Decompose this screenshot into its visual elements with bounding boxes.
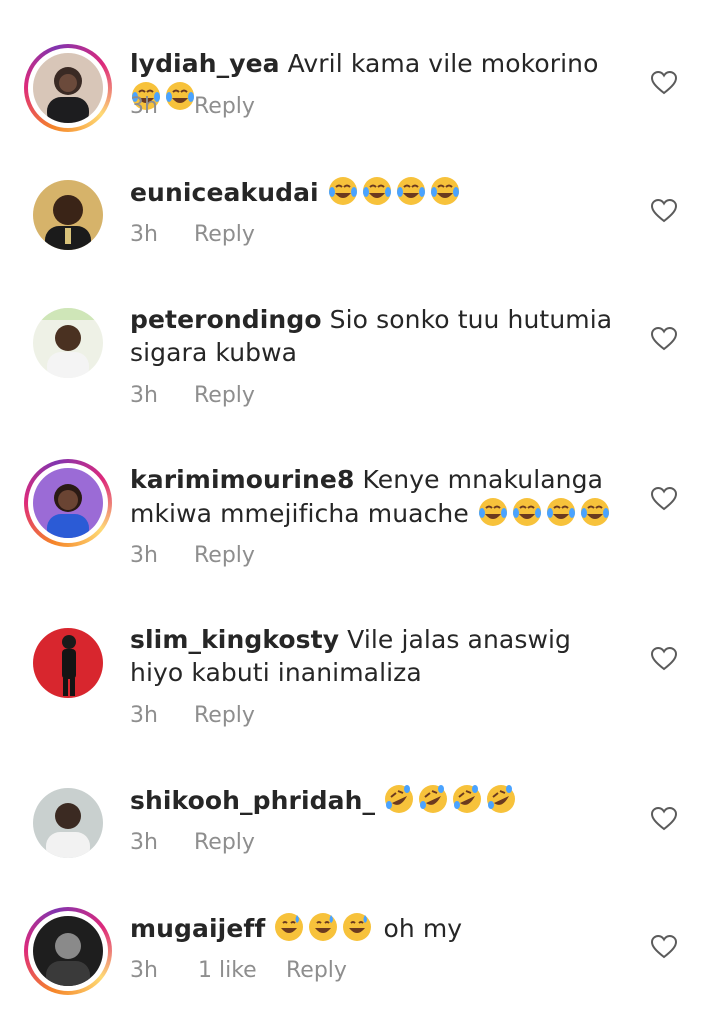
comment-body: karimimourine8 Kenye mnakulanga mkiwa mm… (130, 463, 630, 530)
heart-outline-icon[interactable] (651, 199, 677, 223)
comment-time: 3h (130, 94, 158, 119)
avatar[interactable] (24, 459, 112, 547)
comment-time: 3h (130, 543, 158, 568)
avatar-image (33, 308, 103, 378)
comment-username[interactable]: shikooh_phridah_ (130, 786, 375, 815)
avatar-image (33, 53, 103, 123)
rolling-on-floor-laughing-icon (385, 785, 414, 813)
comment-text: oh my (383, 914, 463, 943)
avatar-image (33, 628, 103, 698)
comment-username[interactable]: peterondingo (130, 305, 322, 334)
comment-body: mugaijeff oh my (130, 911, 630, 945)
heart-outline-icon[interactable] (651, 807, 677, 831)
reply-button[interactable]: Reply (194, 541, 255, 571)
avatar-image (33, 180, 103, 250)
comment-body: euniceakudai (130, 175, 630, 209)
comment-time: 3h (130, 222, 158, 247)
comment-text: Avril kama vile mokorino (287, 49, 599, 78)
grinning-face-with-sweat-icon (309, 913, 338, 941)
avatar-image (33, 468, 103, 538)
comment-username[interactable]: lydiah_yea (130, 49, 280, 78)
face-with-tears-of-joy-icon (512, 498, 541, 526)
rolling-on-floor-laughing-icon (419, 785, 448, 813)
comment-time: 3h (130, 383, 158, 408)
face-with-tears-of-joy-icon (166, 82, 194, 110)
reply-button[interactable]: Reply (194, 92, 255, 122)
grinning-face-with-sweat-icon (343, 913, 372, 941)
avatar[interactable] (24, 779, 112, 867)
face-with-tears-of-joy-icon (430, 177, 459, 205)
face-with-tears-of-joy-icon (478, 498, 507, 526)
avatar[interactable] (24, 619, 112, 707)
comment-body: shikooh_phridah_ (130, 783, 630, 817)
rolling-on-floor-laughing-icon (487, 785, 516, 813)
reply-button[interactable]: Reply (286, 956, 347, 986)
heart-outline-icon[interactable] (651, 935, 677, 959)
comment-body: slim_kingkosty Vile jalas anaswig hiyo k… (130, 623, 630, 689)
comment-username[interactable]: karimimourine8 (130, 465, 354, 494)
avatar[interactable] (24, 171, 112, 259)
comment-username[interactable]: mugaijeff (130, 914, 265, 943)
rolling-on-floor-laughing-icon (453, 785, 482, 813)
face-with-tears-of-joy-icon (328, 177, 357, 205)
heart-outline-icon[interactable] (651, 487, 677, 511)
heart-outline-icon[interactable] (651, 647, 677, 671)
comment-time: 3h (130, 703, 158, 728)
face-with-tears-of-joy-icon (396, 177, 425, 205)
comment-username[interactable]: slim_kingkosty (130, 625, 339, 654)
face-with-tears-of-joy-icon (580, 498, 609, 526)
heart-outline-icon[interactable] (651, 71, 677, 95)
avatar-image (33, 788, 103, 858)
avatar[interactable] (24, 907, 112, 995)
comment-body: peterondingo Sio sonko tuu hutumia sigar… (130, 303, 630, 369)
reply-button[interactable]: Reply (194, 381, 255, 411)
grinning-face-with-sweat-icon (275, 913, 304, 941)
comment-username[interactable]: euniceakudai (130, 178, 319, 207)
likes-count[interactable]: 1 like (198, 956, 257, 986)
avatar-image (33, 916, 103, 986)
face-with-tears-of-joy-icon (546, 498, 575, 526)
reply-button[interactable]: Reply (194, 701, 255, 731)
reply-button[interactable]: Reply (194, 828, 255, 858)
avatar[interactable] (24, 299, 112, 387)
comment-time: 3h (130, 830, 158, 855)
reply-button[interactable]: Reply (194, 220, 255, 250)
face-with-tears-of-joy-icon (362, 177, 391, 205)
heart-outline-icon[interactable] (651, 327, 677, 351)
comment-time: 3h (130, 958, 158, 983)
avatar[interactable] (24, 44, 112, 132)
